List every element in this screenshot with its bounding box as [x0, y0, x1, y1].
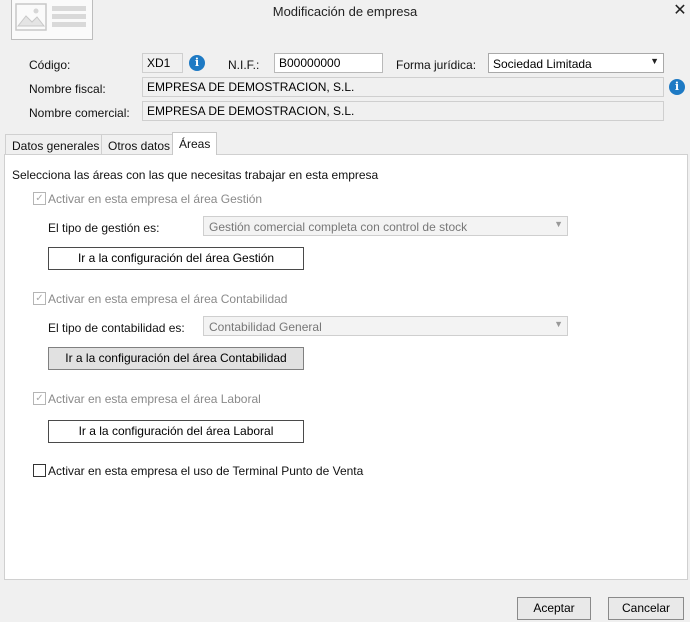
gestion-type-label: El tipo de gestión es:: [48, 221, 160, 235]
nombre-comercial-label: Nombre comercial:: [29, 106, 130, 120]
tab-otros-datos[interactable]: Otros datos: [101, 134, 178, 155]
contabilidad-config-button[interactable]: Ir a la configuración del área Contabili…: [48, 347, 304, 370]
contabilidad-type-select[interactable]: Contabilidad General ▼: [203, 316, 568, 336]
cancel-button[interactable]: Cancelar: [608, 597, 684, 620]
nombre-fiscal-field[interactable]: EMPRESA DE DEMOSTRACION, S.L.: [142, 77, 664, 97]
tab-datos-generales[interactable]: Datos generales: [5, 134, 107, 155]
forma-juridica-value: Sociedad Limitada: [493, 57, 592, 71]
codigo-info-icon[interactable]: i: [189, 55, 205, 71]
gestion-type-value: Gestión comercial completa con control d…: [209, 220, 468, 234]
chevron-down-icon: ▼: [554, 319, 563, 329]
nif-label: N.I.F.:: [228, 58, 260, 72]
laboral-checkbox-label: Activar en esta empresa el área Laboral: [48, 392, 261, 406]
gestion-type-select[interactable]: Gestión comercial completa con control d…: [203, 216, 568, 236]
areas-intro: Selecciona las áreas con las que necesit…: [12, 168, 379, 182]
tab-areas[interactable]: Áreas: [172, 132, 218, 155]
contabilidad-checkbox[interactable]: ✓: [33, 292, 46, 305]
contabilidad-type-label: El tipo de contabilidad es:: [48, 321, 185, 335]
contabilidad-type-value: Contabilidad General: [209, 320, 322, 334]
gestion-checkbox[interactable]: ✓: [33, 192, 46, 205]
contabilidad-checkbox-label: Activar en esta empresa el área Contabil…: [48, 292, 288, 306]
codigo-label: Código:: [29, 58, 71, 72]
accept-button[interactable]: Aceptar: [517, 597, 591, 620]
close-icon[interactable]: ✕: [670, 0, 690, 22]
tpv-checkbox-label: Activar en esta empresa el uso de Termin…: [48, 464, 364, 478]
laboral-checkbox[interactable]: ✓: [33, 392, 46, 405]
window-title: Modificación de empresa: [272, 4, 418, 19]
tpv-checkbox[interactable]: [33, 464, 46, 477]
laboral-config-button[interactable]: Ir a la configuración del área Laboral: [48, 420, 304, 443]
chevron-down-icon: ▼: [554, 219, 563, 229]
codigo-field[interactable]: XD1: [142, 53, 183, 73]
nombre-comercial-field[interactable]: EMPRESA DE DEMOSTRACION, S.L.: [142, 101, 664, 121]
nombre-fiscal-label: Nombre fiscal:: [29, 82, 106, 96]
forma-juridica-select[interactable]: Sociedad Limitada ▼: [488, 53, 664, 73]
gestion-checkbox-label: Activar en esta empresa el área Gestión: [48, 192, 263, 206]
nombre-fiscal-info-icon[interactable]: i: [669, 79, 685, 95]
forma-juridica-label: Forma jurídica:: [396, 58, 477, 72]
nif-field[interactable]: B00000000: [274, 53, 383, 73]
gestion-config-button[interactable]: Ir a la configuración del área Gestión: [48, 247, 304, 270]
chevron-down-icon: ▼: [650, 56, 659, 66]
